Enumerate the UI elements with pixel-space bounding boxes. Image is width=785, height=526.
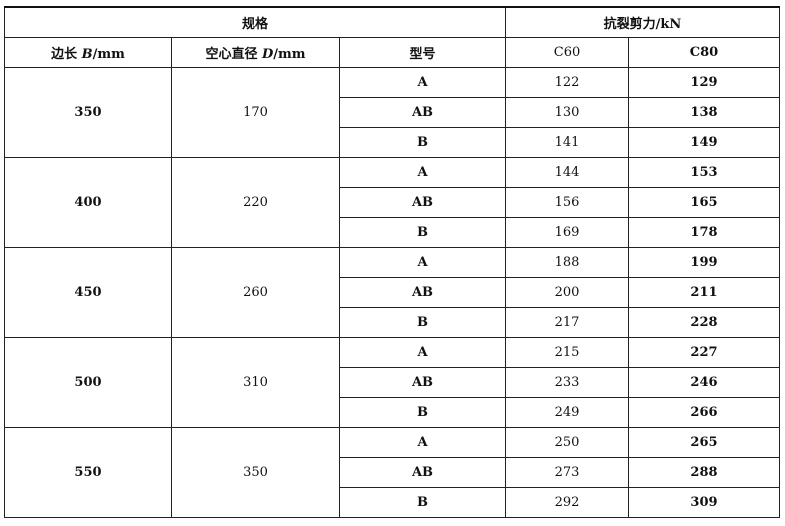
table-row: 500 310 A 215 227 bbox=[4, 337, 780, 428]
type-cell: A bbox=[339, 427, 506, 458]
type-cell: A bbox=[339, 337, 506, 368]
type-cell: A bbox=[339, 157, 506, 188]
type-cell: A bbox=[339, 67, 506, 98]
table-row: 550 350 A 250 265 bbox=[4, 427, 780, 518]
c60-cell: 292 bbox=[505, 487, 629, 518]
hollow-diameter-cell: 170 bbox=[171, 67, 340, 158]
hollow-diameter-cell: 350 bbox=[171, 427, 340, 518]
c80-cell: 178 bbox=[628, 217, 780, 248]
c80-cell: 266 bbox=[628, 397, 780, 428]
c80-cell: 153 bbox=[628, 157, 780, 188]
header-row-group: 规格 抗裂剪力/kN bbox=[4, 6, 780, 38]
header-hollow-unit: /mm bbox=[273, 47, 306, 62]
c60-cell: 169 bbox=[505, 217, 629, 248]
c80-cell: 129 bbox=[628, 67, 780, 98]
c60-cell: 144 bbox=[505, 157, 629, 188]
c60-cell: 188 bbox=[505, 247, 629, 278]
c80-cell: 165 bbox=[628, 187, 780, 218]
header-side-length: 边长 B/mm bbox=[4, 37, 172, 68]
c80-cell: 227 bbox=[628, 337, 780, 368]
c80-cell: 211 bbox=[628, 277, 780, 308]
header-side-label: 边长 bbox=[51, 47, 78, 62]
c80-cell: 149 bbox=[628, 127, 780, 158]
header-hollow-var: D bbox=[262, 47, 274, 62]
type-cell: A bbox=[339, 247, 506, 278]
side-length-cell: 450 bbox=[4, 247, 172, 338]
header-side-var: B bbox=[81, 47, 93, 62]
spec-table-container: 规格 抗裂剪力/kN 边长 B/mm 空心直径 D/mm 型号 C60 C80 … bbox=[4, 6, 780, 518]
c60-cell: 250 bbox=[505, 427, 629, 458]
c80-cell: 288 bbox=[628, 457, 780, 488]
type-cell: AB bbox=[339, 277, 506, 308]
header-hollow-label: 空心直径 bbox=[205, 47, 258, 62]
c60-cell: 215 bbox=[505, 337, 629, 368]
c80-cell: 138 bbox=[628, 97, 780, 128]
c80-cell: 309 bbox=[628, 487, 780, 518]
type-cell: B bbox=[339, 307, 506, 338]
side-length-cell: 500 bbox=[4, 337, 172, 428]
table-row: 350 170 A 122 129 bbox=[4, 67, 780, 158]
side-length-cell: 350 bbox=[4, 67, 172, 158]
table-body: 350 170 A 122 129 AB 130 138 B 141 149 400 220 A 144 15… bbox=[4, 67, 780, 518]
table-row: 400 220 A 144 153 bbox=[4, 157, 780, 248]
header-type: 型号 bbox=[339, 37, 506, 68]
header-spec: 规格 bbox=[4, 6, 506, 38]
c60-cell: 217 bbox=[505, 307, 629, 338]
c80-cell: 228 bbox=[628, 307, 780, 338]
header-hollow-diameter: 空心直径 D/mm bbox=[171, 37, 340, 68]
c60-cell: 249 bbox=[505, 397, 629, 428]
type-cell: B bbox=[339, 217, 506, 248]
type-cell: B bbox=[339, 127, 506, 158]
c60-cell: 141 bbox=[505, 127, 629, 158]
c60-cell: 130 bbox=[505, 97, 629, 128]
c60-cell: 273 bbox=[505, 457, 629, 488]
table-row: 450 260 A 188 199 bbox=[4, 247, 780, 338]
c80-cell: 246 bbox=[628, 367, 780, 398]
c60-cell: 122 bbox=[505, 67, 629, 98]
spec-table: 规格 抗裂剪力/kN 边长 B/mm 空心直径 D/mm 型号 C60 C80 … bbox=[4, 6, 780, 518]
header-row-columns: 边长 B/mm 空心直径 D/mm 型号 C60 C80 bbox=[4, 37, 780, 68]
c60-cell: 233 bbox=[505, 367, 629, 398]
c60-cell: 200 bbox=[505, 277, 629, 308]
type-cell: B bbox=[339, 397, 506, 428]
hollow-diameter-cell: 310 bbox=[171, 337, 340, 428]
header-shear: 抗裂剪力/kN bbox=[505, 6, 780, 38]
c80-cell: 199 bbox=[628, 247, 780, 278]
type-cell: AB bbox=[339, 367, 506, 398]
c80-cell: 265 bbox=[628, 427, 780, 458]
hollow-diameter-cell: 260 bbox=[171, 247, 340, 338]
type-cell: AB bbox=[339, 97, 506, 128]
type-cell: B bbox=[339, 487, 506, 518]
type-cell: AB bbox=[339, 187, 506, 218]
type-cell: AB bbox=[339, 457, 506, 488]
side-length-cell: 400 bbox=[4, 157, 172, 248]
header-c60: C60 bbox=[505, 37, 629, 68]
header-side-unit: /mm bbox=[92, 47, 125, 62]
side-length-cell: 550 bbox=[4, 427, 172, 518]
c60-cell: 156 bbox=[505, 187, 629, 218]
hollow-diameter-cell: 220 bbox=[171, 157, 340, 248]
header-c80: C80 bbox=[628, 37, 780, 68]
